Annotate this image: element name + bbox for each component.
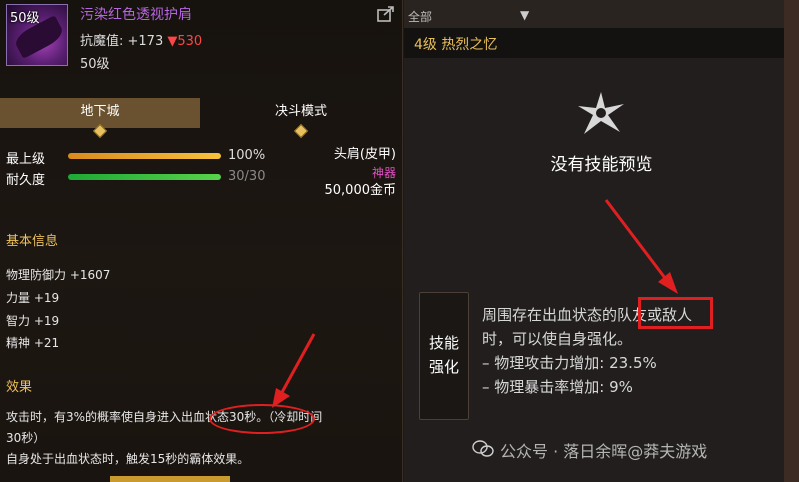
effect-line: 自身处于出血状态时，触发15秒的霸体效果。 [6, 452, 250, 466]
diamond-icon [92, 123, 108, 139]
resist-down: ▼530 [167, 34, 203, 49]
skill-desc-line: 周围存在出血状态的队友或敌人 [482, 306, 693, 324]
mode-tabs: 地下城 决斗模式 [0, 98, 403, 139]
filter-bar: 全部 ▼ [404, 0, 799, 28]
durability-label: 耐久度 [6, 173, 46, 188]
filter-dropdown-value: 全部 [408, 10, 433, 24]
resist-label: 抗魔值: +173 [80, 34, 164, 49]
effect-line: 攻击时，有3%的概率使自身进入出血状态30秒。（冷却时间 [6, 410, 323, 424]
annotation-arrow-icon [272, 333, 316, 408]
tab-dungeon[interactable]: 地下城 [0, 98, 200, 139]
effect-line: 30秒） [6, 431, 46, 445]
skill-desc-line: – 物理暴击率增加: 9% [482, 378, 633, 396]
skill-description: 周围存在出血状态的队友或敌人 时，可以使自身强化。 – 物理攻击力增加: 23.… [482, 303, 787, 399]
slot-price: 50,000金币 [324, 183, 397, 198]
basic-info-title: 基本信息 [6, 234, 59, 249]
diamond-icon [293, 123, 309, 139]
strengthen-line: 技能 [428, 334, 459, 352]
item-level: 50级 [80, 57, 110, 72]
watermark-text: 公众号 · 落日余晖@莽夫游戏 [500, 442, 708, 461]
strengthen-tab-label: 技能 强化 [420, 331, 468, 379]
filter-dropdown[interactable]: 全部 ▼ [408, 8, 538, 26]
item-name: 污染红色透视护肩 [80, 7, 192, 23]
top-level-bar [68, 153, 221, 159]
tab-duel[interactable]: 决斗模式 [201, 98, 401, 139]
effect-title: 效果 [6, 380, 33, 395]
chevron-down-icon: ▼ [520, 8, 530, 22]
skill-title: 4级 热烈之忆 [414, 37, 498, 53]
item-icon: 50级 [6, 4, 68, 66]
basic-stat-line: 智力 +19 [6, 314, 60, 328]
highlight-rect [638, 297, 713, 329]
tab-dungeon-label: 地下城 [80, 104, 120, 119]
background-edge [784, 0, 799, 482]
top-level-label: 最上级 [6, 152, 46, 167]
skill-desc-line: 时，可以使自身强化。 [482, 330, 633, 348]
effect-text: 攻击时，有3%的概率使自身进入出血状态30秒。（冷却时间 30秒） 自身处于出血… [6, 407, 401, 470]
skill-desc-line: – 物理攻击力增加: 23.5% [482, 354, 657, 372]
slot-grade: 神器 [371, 166, 396, 180]
skill-emblem-icon [578, 92, 624, 134]
slot-info: 头肩(皮甲) 神器 50,000金币 [325, 146, 397, 200]
tab-duel-label: 决斗模式 [274, 104, 327, 119]
basic-stat-line: 力量 +19 [6, 291, 60, 305]
skill-strengthen-tab[interactable]: 技能 强化 [419, 292, 469, 420]
bottom-strip [110, 476, 230, 482]
resist-stat: 抗魔值: +173 ▼530 [80, 30, 202, 49]
item-level-badge: 50级 [10, 11, 40, 26]
share-icon[interactable] [377, 6, 397, 24]
slot-type: 头肩(皮甲) [333, 147, 396, 162]
skill-preview-panel: 全部 ▼ 4级 热烈之忆 没有技能预览 技能 强化 周围存在出血状态的队友或敌人… [404, 0, 799, 482]
wechat-icon [472, 440, 494, 457]
top-level-value: 100% [228, 148, 266, 163]
durability-bar [68, 174, 221, 180]
basic-stat-line: 物理防御力 +1607 [6, 268, 111, 282]
annotation-arrow-icon [604, 199, 678, 294]
basic-stat-line: 精神 +21 [6, 336, 60, 350]
no-skill-preview: 没有技能预览 [550, 155, 653, 175]
item-tooltip-panel: 50级 污染红色透视护肩 抗魔值: +173 ▼530 50级 地下城 决斗模式… [0, 0, 403, 482]
strengthen-line: 强化 [428, 358, 459, 376]
durability-value: 30/30 [228, 169, 266, 184]
